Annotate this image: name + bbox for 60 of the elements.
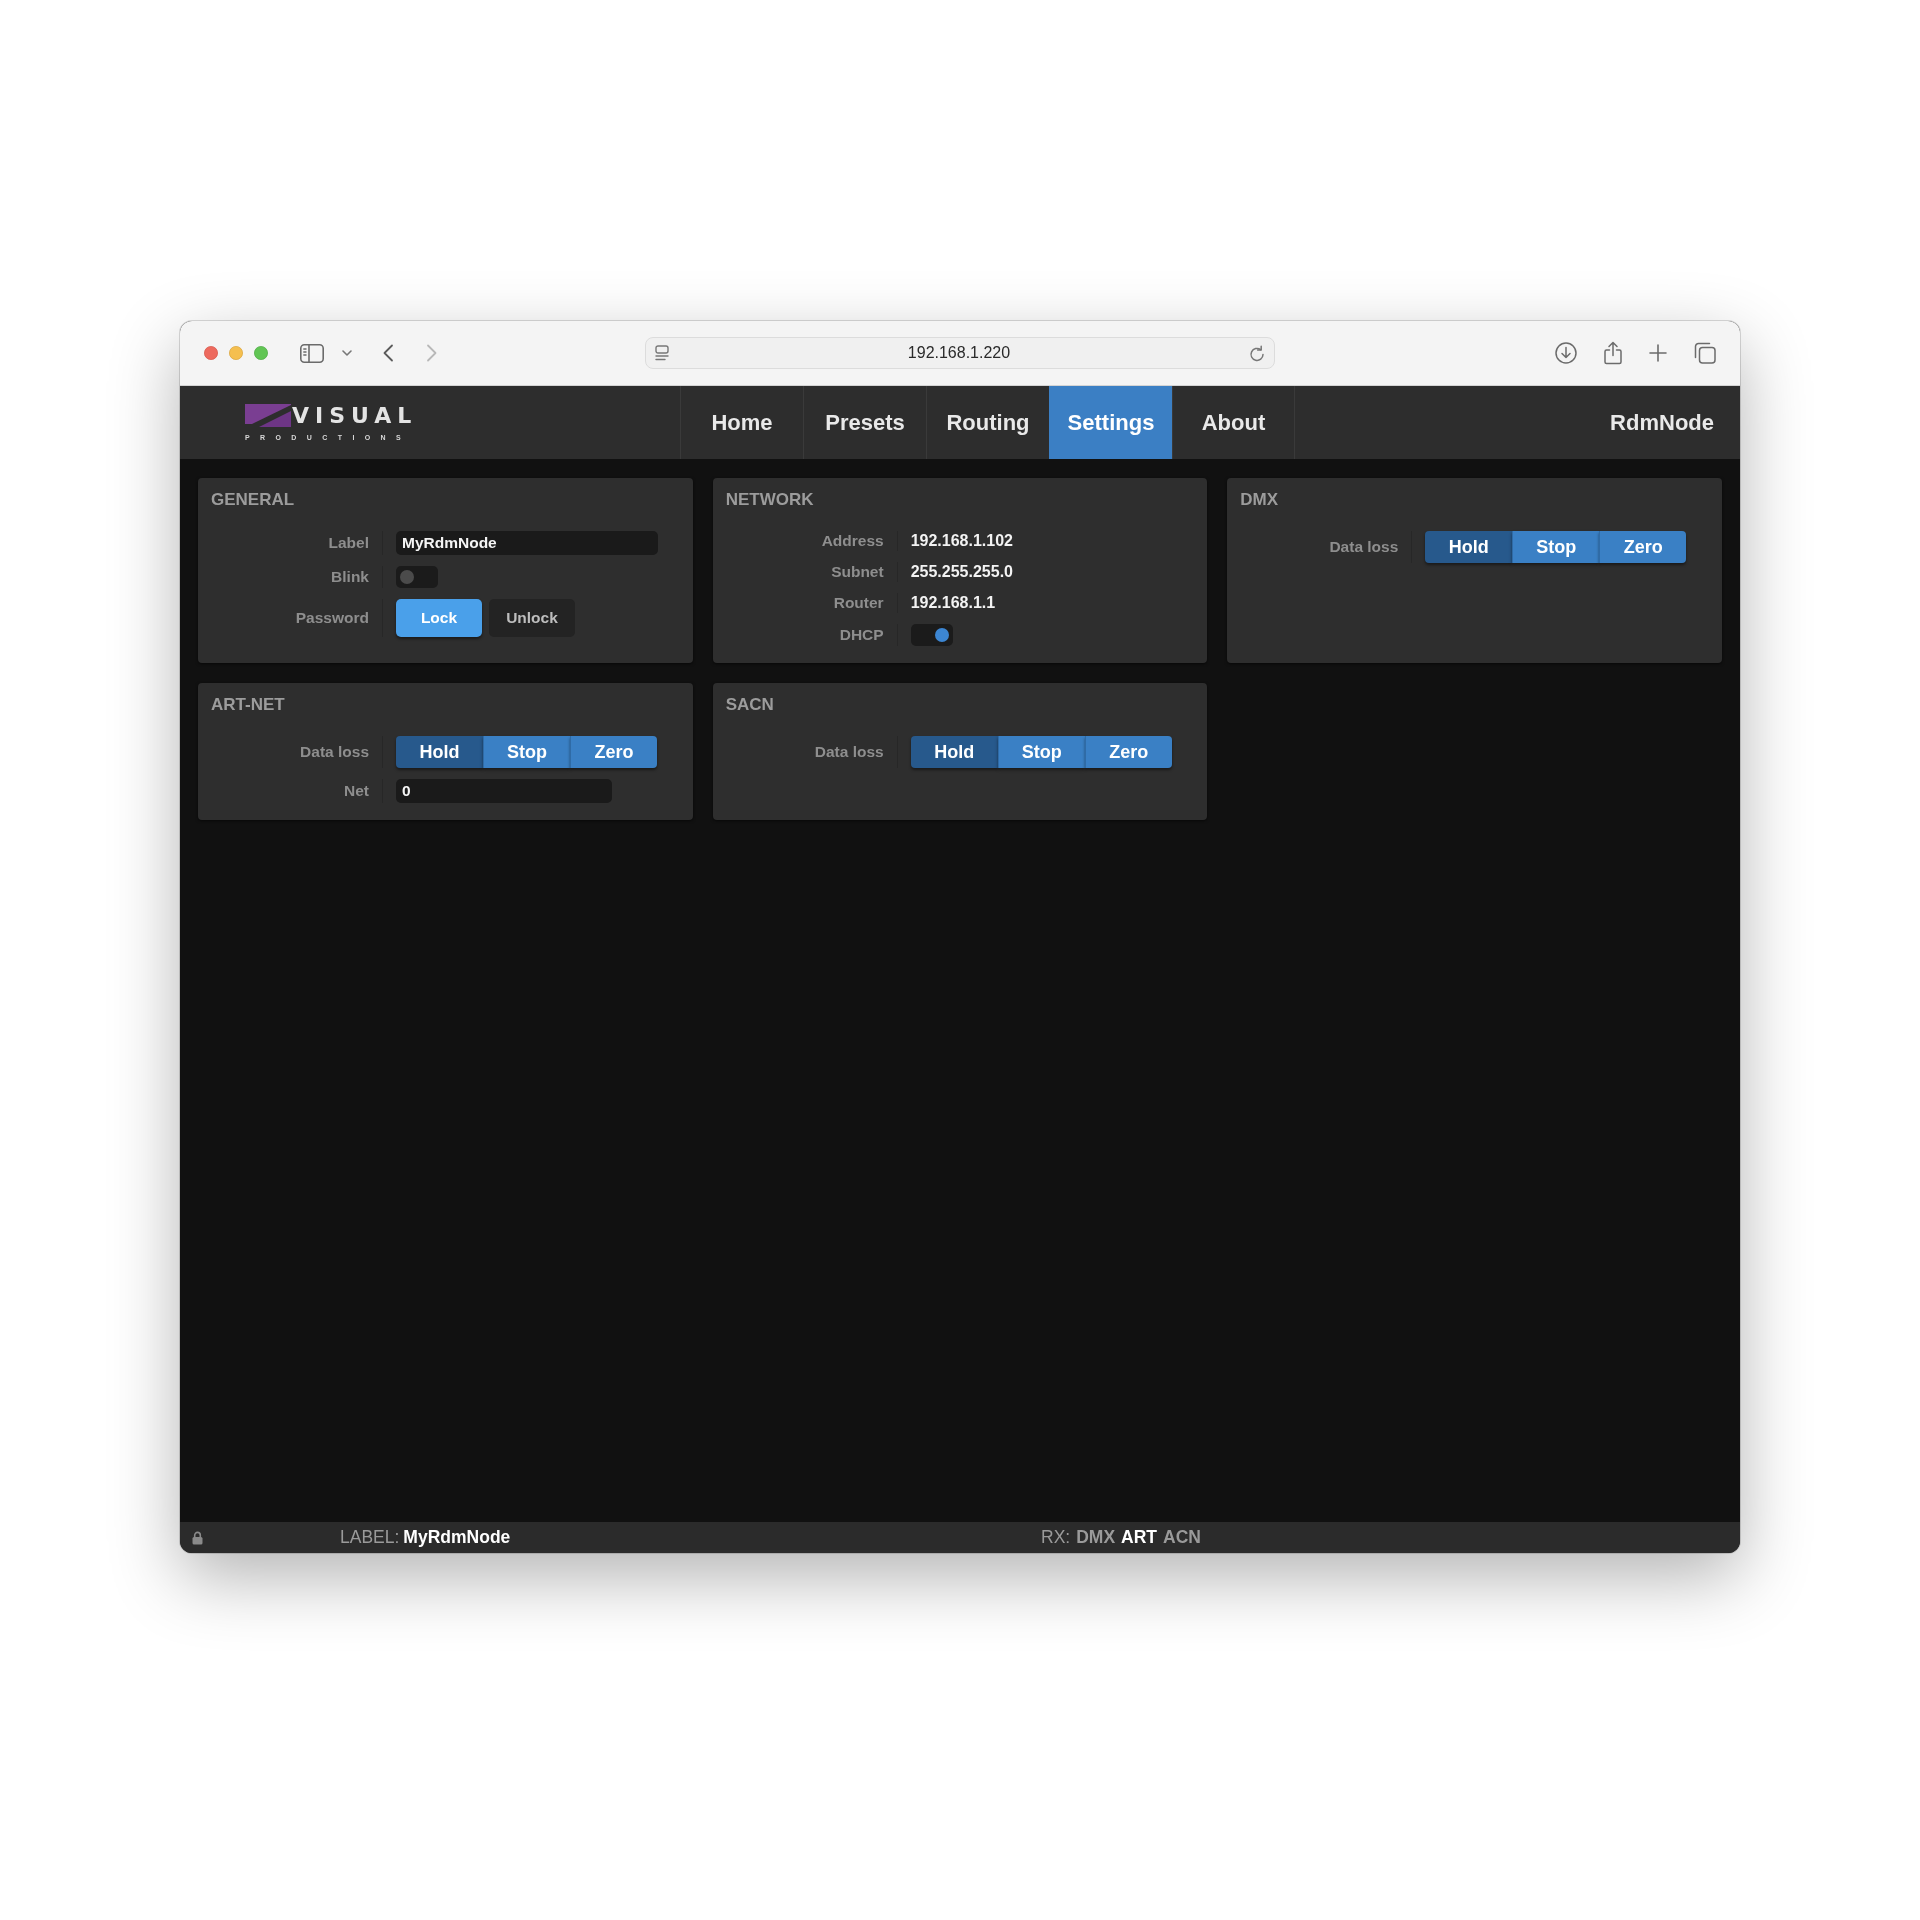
nav-tab[interactable]: About bbox=[1172, 386, 1295, 459]
status-caption: LABEL: bbox=[340, 1526, 400, 1550]
segment-button[interactable]: Stop bbox=[483, 736, 570, 768]
page-menu-icon[interactable] bbox=[655, 345, 669, 361]
logo-mark-icon bbox=[245, 403, 291, 427]
address-bar[interactable]: 192.168.1.220 bbox=[645, 337, 1275, 369]
segment-button[interactable]: Hold bbox=[1425, 531, 1513, 563]
reload-icon[interactable] bbox=[1249, 344, 1265, 362]
value-text: 192.168.1.102 bbox=[910, 531, 1013, 551]
maximize-window-icon[interactable] bbox=[254, 346, 268, 360]
value-text: 255.255.255.0 bbox=[910, 562, 1013, 582]
segment-button[interactable]: Stop bbox=[997, 736, 1085, 768]
field-label: Blink bbox=[330, 567, 369, 587]
back-icon[interactable] bbox=[382, 344, 394, 362]
option-button[interactable]: Unlock bbox=[489, 599, 575, 637]
field-label: Data loss bbox=[1328, 537, 1399, 557]
plus-icon[interactable] bbox=[1649, 344, 1667, 362]
logo-wordmark: VISUAL bbox=[292, 404, 418, 427]
chevron-down-icon[interactable] bbox=[342, 350, 352, 356]
nav-tab[interactable]: Settings bbox=[1049, 386, 1172, 459]
rx-source-text: DMX bbox=[1076, 1526, 1116, 1550]
field-label: Password bbox=[294, 608, 369, 628]
segment-button[interactable]: Zero bbox=[570, 736, 657, 768]
field-label: Net bbox=[343, 781, 369, 801]
close-window-icon[interactable] bbox=[204, 346, 218, 360]
url-text: 192.168.1.220 bbox=[906, 343, 1012, 363]
toggle-switch[interactable] bbox=[910, 624, 953, 646]
status-value: MyRdmNode bbox=[403, 1526, 511, 1550]
panel-title: ART-NET bbox=[211, 695, 286, 715]
sidebar-icon[interactable] bbox=[300, 343, 324, 363]
lock-icon bbox=[192, 1530, 203, 1545]
field-label: Router bbox=[832, 593, 884, 613]
value-text: 192.168.1.1 bbox=[910, 593, 996, 613]
download-icon[interactable] bbox=[1555, 342, 1577, 364]
share-icon[interactable] bbox=[1603, 341, 1623, 365]
panel-title: DMX bbox=[1240, 490, 1280, 510]
text-field[interactable]: MyRdmNode bbox=[396, 531, 658, 555]
nav-tab[interactable]: Home bbox=[680, 386, 803, 459]
nav-tab[interactable]: Presets bbox=[803, 386, 926, 459]
panel-title: NETWORK bbox=[725, 490, 815, 510]
panel-title: SACN bbox=[725, 695, 775, 715]
segment-button[interactable]: Stop bbox=[1512, 531, 1600, 563]
segment-button[interactable]: Zero bbox=[1599, 531, 1687, 563]
device-name: RdmNode bbox=[1610, 409, 1715, 437]
field-label: Label bbox=[327, 533, 369, 553]
field-label: Address bbox=[820, 531, 884, 551]
field-label: Data loss bbox=[813, 742, 884, 762]
panel-title: GENERAL bbox=[211, 490, 296, 510]
field-label: Subnet bbox=[830, 562, 884, 582]
text-field[interactable]: 0 bbox=[396, 779, 612, 803]
status-caption: RX: bbox=[1041, 1526, 1071, 1550]
field-label: Data loss bbox=[299, 742, 369, 762]
segment-button[interactable]: Hold bbox=[910, 736, 998, 768]
rx-source-text: ACN bbox=[1163, 1526, 1201, 1550]
segment-button[interactable]: Zero bbox=[1084, 736, 1172, 768]
field-label: DHCP bbox=[838, 625, 884, 645]
tabs-overview-icon[interactable] bbox=[1694, 342, 1716, 364]
rx-source-text: ART bbox=[1121, 1526, 1158, 1550]
toggle-switch[interactable] bbox=[396, 566, 438, 588]
segment-button[interactable]: Hold bbox=[396, 736, 483, 768]
